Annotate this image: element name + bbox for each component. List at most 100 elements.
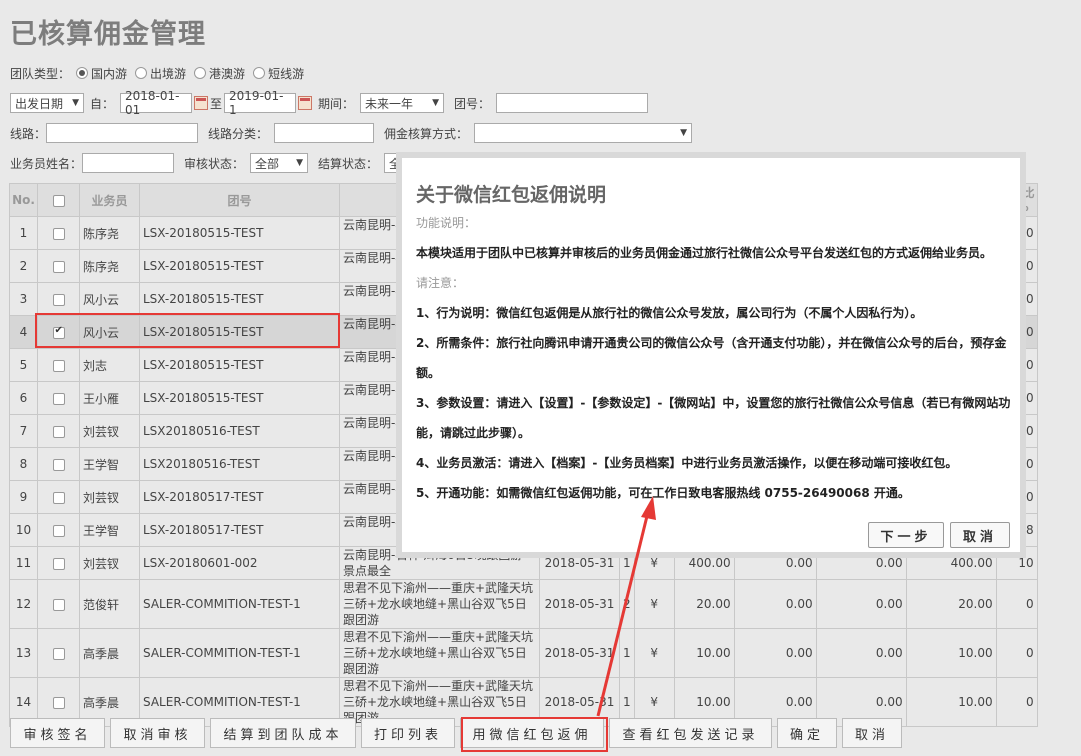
checkbox-icon[interactable] xyxy=(52,425,65,438)
col-no: No. xyxy=(9,183,38,217)
radio-icon xyxy=(194,67,207,79)
radio-icon xyxy=(253,67,266,79)
checkbox-icon[interactable] xyxy=(52,647,65,660)
confirm-button[interactable]: 确定 xyxy=(777,718,837,748)
cancel-audit-button[interactable]: 取消审核 xyxy=(110,718,205,748)
row-no: 10 xyxy=(9,513,38,547)
row-currency: ¥ xyxy=(633,628,675,678)
cancel-button[interactable]: 取消 xyxy=(842,718,902,748)
row-no: 13 xyxy=(9,628,38,678)
date-row: 出发日期 ▼ 自： 2018-01-01 至 2019-01-1 期间： 未来一年… xyxy=(10,89,649,117)
checkbox-icon[interactable] xyxy=(52,557,65,570)
row-no: 6 xyxy=(9,381,38,415)
row-no: 7 xyxy=(9,414,38,448)
row-no: 3 xyxy=(9,282,38,316)
row-amount: 20.00 xyxy=(673,579,735,629)
chevron-down-icon: ▼ xyxy=(680,128,688,138)
row-v2: 0.00 xyxy=(733,628,817,678)
row-route: 思君不见下渝州——重庆+武隆天坑三硚+龙水峡地缝+黑山谷双飞5日跟团游 xyxy=(339,579,540,629)
note-item: 能，请跳过此步骤）。 xyxy=(416,426,531,440)
func-label: 功能说明： xyxy=(416,216,477,230)
wechat-redpack-button[interactable]: 用微信红包返佣 xyxy=(460,718,604,748)
row-group: LSX-20180601-002 xyxy=(139,546,340,580)
from-date-input[interactable]: 2018-01-01 xyxy=(120,89,193,117)
calendar-icon[interactable] xyxy=(298,96,313,110)
route-category-label: 线路分类： xyxy=(208,126,269,141)
row-salesman: 王学智 xyxy=(79,447,140,481)
row-group: LSX20180516-TEST xyxy=(139,447,340,481)
radio-icon xyxy=(135,67,148,79)
checkbox-icon[interactable] xyxy=(52,260,65,273)
audit-sign-button[interactable]: 审核签名 xyxy=(10,718,105,748)
route-input[interactable] xyxy=(46,123,199,143)
row-group: LSX20180516-TEST xyxy=(139,414,340,448)
row-checkbox xyxy=(37,216,80,250)
checkbox-icon[interactable] xyxy=(52,598,65,611)
checkbox-icon[interactable] xyxy=(52,194,65,207)
note-item: 3、参数设置：请进入【设置】-【参数设定】-【微网站】中，设置您的旅行社微信公众… xyxy=(416,396,1011,410)
row-checkbox xyxy=(37,579,80,629)
team-type-row: 团队类型： 国内游 出境游 港澳游 短线游 xyxy=(10,62,306,84)
radio-short[interactable]: 短线游 xyxy=(247,65,304,82)
note-item: 5、开通功能：如需微信红包返佣功能，可在工作日致电客服热线 0755-26490… xyxy=(416,486,910,500)
row-salesman: 刘志 xyxy=(79,348,140,382)
view-records-button[interactable]: 查看红包发送记录 xyxy=(609,718,772,748)
row-salesman: 刘芸钗 xyxy=(79,414,140,448)
row-checkbox xyxy=(37,628,80,678)
row-checkbox xyxy=(37,315,80,349)
table-row[interactable]: 12 范俊轩 SALER-COMMITION-TEST-1 思君不见下渝州——重庆+武… xyxy=(9,579,1038,629)
row-group: LSX-20180515-TEST xyxy=(139,216,340,250)
route-label: 线路： xyxy=(10,126,47,141)
row-salesman: 刘芸钗 xyxy=(79,480,140,514)
row-group: LSX-20180517-TEST xyxy=(139,513,340,547)
checkbox-icon[interactable] xyxy=(52,359,65,372)
date-type-select[interactable]: 出发日期 ▼ xyxy=(10,93,84,113)
salesman-label: 业务员姓名： xyxy=(10,156,83,171)
row-v3: 0.00 xyxy=(815,579,907,629)
team-type-label: 团队类型： xyxy=(10,66,71,81)
checkbox-icon[interactable] xyxy=(52,293,65,306)
checkbox-icon[interactable] xyxy=(52,325,65,339)
salesman-input[interactable] xyxy=(82,153,175,173)
row-count: 1 xyxy=(619,628,635,678)
commission-method-select[interactable]: ▼ xyxy=(474,123,693,143)
checkbox-icon[interactable] xyxy=(52,458,65,471)
checkbox-icon[interactable] xyxy=(52,696,65,709)
radio-outbound[interactable]: 出境游 xyxy=(129,65,186,82)
radio-domestic[interactable]: 国内游 xyxy=(70,65,127,82)
radio-hkmacau[interactable]: 港澳游 xyxy=(188,65,245,82)
audit-status-select[interactable]: 全部 ▼ xyxy=(250,153,309,173)
row-salesman: 王学智 xyxy=(79,513,140,547)
row-group: LSX-20180515-TEST xyxy=(139,381,340,415)
period-label: 期间： xyxy=(318,96,355,111)
row-no: 12 xyxy=(9,579,38,629)
col-select-all[interactable] xyxy=(37,183,80,217)
note-item: 4、业务员激活：请进入【档案】-【业务员档案】中进行业务员激活操作，以便在移动端… xyxy=(416,456,958,470)
checkbox-icon[interactable] xyxy=(52,491,65,504)
row-checkbox xyxy=(37,282,80,316)
table-row[interactable]: 13 高季晨 SALER-COMMITION-TEST-1 思君不见下渝州——重庆+武… xyxy=(9,628,1038,678)
checkbox-icon[interactable] xyxy=(52,392,65,405)
route-category-input[interactable] xyxy=(274,123,375,143)
checkbox-icon[interactable] xyxy=(52,524,65,537)
settle-status-label: 结算状态： xyxy=(318,156,379,171)
dialog-cancel-button[interactable]: 取消 xyxy=(950,522,1010,548)
group-no-label: 团号： xyxy=(454,96,491,111)
next-step-button[interactable]: 下一步 xyxy=(868,522,944,548)
checkbox-icon[interactable] xyxy=(52,227,65,240)
note-item: 2、所需条件：旅行社向腾讯申请开通贵公司的微信公众号（含开通支付功能），并在微信… xyxy=(416,336,1007,350)
col-salesman: 业务员 xyxy=(79,183,140,217)
chevron-down-icon: ▼ xyxy=(296,158,304,168)
calendar-icon[interactable] xyxy=(194,96,209,110)
print-list-button[interactable]: 打印列表 xyxy=(361,718,455,748)
row-group: LSX-20180515-TEST xyxy=(139,315,340,349)
row-checkbox xyxy=(37,447,80,481)
row-v3: 0.00 xyxy=(815,628,907,678)
group-no-input[interactable] xyxy=(496,93,649,113)
row-no: 9 xyxy=(9,480,38,514)
to-date-input[interactable]: 2019-01-1 xyxy=(224,89,297,117)
note-label: 请注意： xyxy=(416,276,465,290)
settle-to-cost-button[interactable]: 结算到团队成本 xyxy=(210,718,356,748)
period-select[interactable]: 未来一年 ▼ xyxy=(360,93,445,113)
row-route: 思君不见下渝州——重庆+武隆天坑三硚+龙水峡地缝+黑山谷双飞5日跟团游 xyxy=(339,628,540,678)
